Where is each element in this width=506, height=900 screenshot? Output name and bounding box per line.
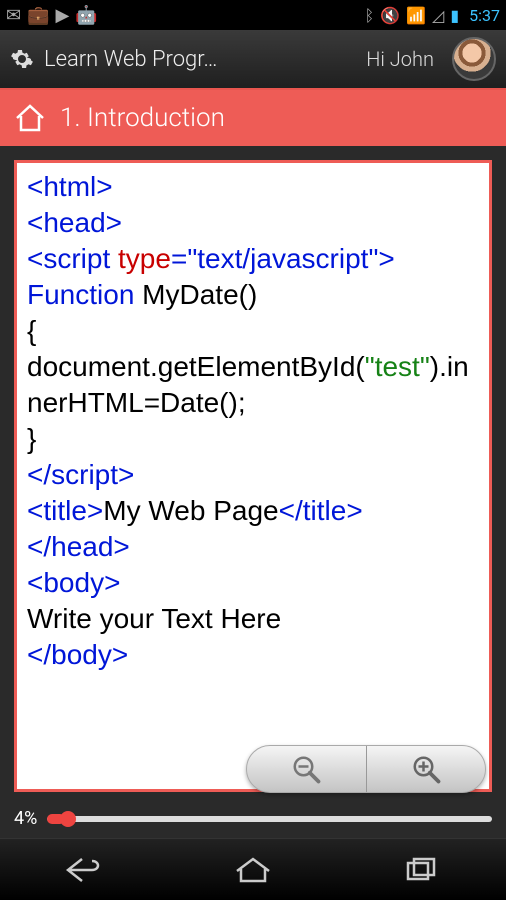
briefcase-icon: 💼 <box>27 5 49 26</box>
battery-icon: ▮ <box>450 6 459 25</box>
play-store-icon: ▶ <box>56 5 70 26</box>
system-nav-bar <box>0 838 506 900</box>
code-token: type <box>118 243 171 274</box>
code-token: { <box>27 315 36 346</box>
code-token: > <box>378 243 394 274</box>
section-header: 1. Introduction <box>0 90 506 146</box>
code-token: document.getElementById( <box>27 351 365 382</box>
zoom-in-button[interactable] <box>367 746 486 792</box>
status-right-icons: ᛒ 🔇 📶 ◿ ▮ 5:37 <box>365 6 500 25</box>
code-token: <head> <box>27 207 122 238</box>
progress-percent: 4% <box>14 808 37 829</box>
app-header: Learn Web Progr… Hi John <box>0 30 506 90</box>
code-token: Function <box>27 279 134 310</box>
status-bar: ✉ 💼 ▶ 🤖 ᛒ 🔇 📶 ◿ ▮ 5:37 <box>0 0 506 30</box>
zoom-controls <box>246 745 486 793</box>
progress-row: 4% <box>0 806 506 829</box>
code-token: My Web Page <box>103 495 278 526</box>
settings-icon[interactable] <box>10 47 34 71</box>
status-left-icons: ✉ 💼 ▶ 🤖 <box>6 5 98 26</box>
back-button[interactable] <box>62 855 106 885</box>
zoom-out-icon <box>291 754 321 784</box>
app-title: Learn Web Progr… <box>44 47 356 72</box>
code-token: <body> <box>27 567 120 598</box>
code-token: <script <box>27 243 118 274</box>
user-avatar[interactable] <box>452 37 496 81</box>
home-button[interactable] <box>231 855 275 885</box>
code-content: <html> <head> <script type="text/javascr… <box>27 169 479 673</box>
wifi-icon: 📶 <box>406 6 426 25</box>
code-token: <html> <box>27 171 113 202</box>
code-token: </script> <box>27 459 134 490</box>
progress-thumb[interactable] <box>60 811 76 827</box>
code-token: </body> <box>27 639 128 670</box>
code-token: "text/javascript" <box>187 243 378 274</box>
code-token: = <box>171 243 187 274</box>
mute-icon: 🔇 <box>380 6 400 25</box>
clock-time: 5:37 <box>469 6 500 25</box>
code-token: </title> <box>279 495 363 526</box>
gmail-icon: ✉ <box>6 5 21 26</box>
progress-bar[interactable] <box>47 816 492 822</box>
signal-icon: ◿ <box>432 6 444 25</box>
zoom-in-icon <box>411 754 441 784</box>
code-token: MyDate() <box>134 279 257 310</box>
code-editor[interactable]: <html> <head> <script type="text/javascr… <box>14 160 492 792</box>
code-token: } <box>27 423 36 454</box>
home-icon[interactable] <box>12 100 48 136</box>
zoom-out-button[interactable] <box>247 746 367 792</box>
user-greeting: Hi John <box>366 47 434 71</box>
recent-apps-button[interactable] <box>400 855 444 885</box>
android-icon: 🤖 <box>75 5 97 26</box>
section-title: 1. Introduction <box>60 103 225 133</box>
code-token: "test" <box>365 351 430 382</box>
code-token: <title> <box>27 495 103 526</box>
bluetooth-icon: ᛒ <box>365 6 375 25</box>
code-token: Write your Text Here <box>27 603 281 634</box>
code-token: </head> <box>27 531 130 562</box>
